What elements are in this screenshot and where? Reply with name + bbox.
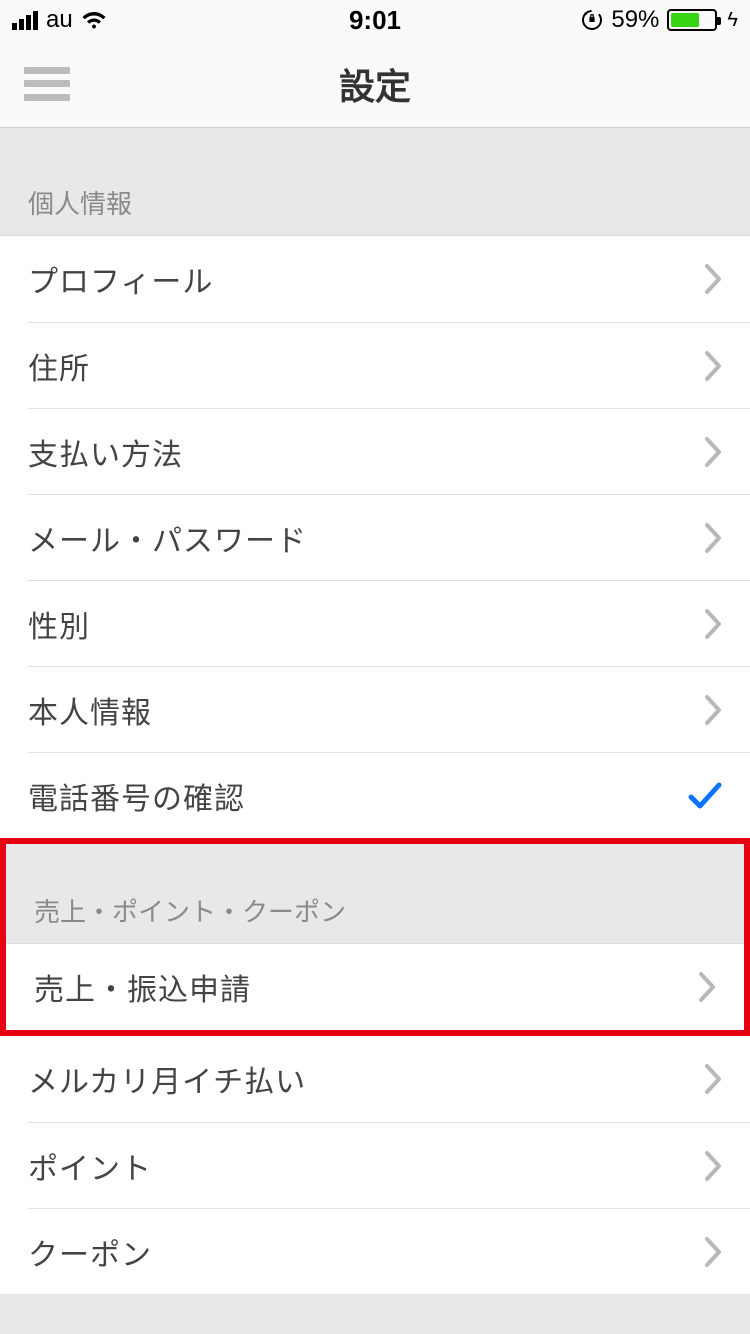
- chevron-right-icon: [704, 351, 722, 381]
- battery-pct-label: 59%: [611, 6, 659, 34]
- row-label: 住所: [28, 344, 90, 388]
- row-payment-method[interactable]: 支払い方法: [28, 408, 750, 494]
- chevron-right-icon: [704, 1151, 722, 1181]
- chevron-right-icon: [704, 437, 722, 467]
- row-sales-transfer[interactable]: 売上・振込申請: [34, 944, 744, 1030]
- row-label: 支払い方法: [28, 430, 183, 474]
- row-label: メルカリ月イチ払い: [28, 1057, 306, 1101]
- chevron-right-icon: [704, 523, 722, 553]
- row-points[interactable]: ポイント: [28, 1122, 750, 1208]
- status-right: 59% ϟ: [581, 6, 738, 34]
- section-header-personal: 個人情報: [0, 128, 750, 236]
- list-sales: 売上・振込申請: [6, 944, 744, 1030]
- menu-icon[interactable]: [24, 67, 70, 101]
- list-sales-cont: メルカリ月イチ払い ポイント クーポン: [0, 1036, 750, 1294]
- row-label: 売上・振込申請: [34, 965, 251, 1009]
- row-monthly-pay[interactable]: メルカリ月イチ払い: [28, 1036, 750, 1122]
- check-icon: [688, 782, 722, 810]
- status-left: au: [12, 6, 107, 34]
- carrier-label: au: [46, 6, 73, 34]
- row-label: プロフィール: [28, 257, 213, 301]
- chevron-right-icon: [704, 264, 722, 294]
- row-address[interactable]: 住所: [28, 322, 750, 408]
- wifi-icon: [81, 10, 107, 30]
- signal-icon: [12, 10, 38, 30]
- chevron-right-icon: [698, 972, 716, 1002]
- charging-icon: ϟ: [727, 9, 738, 32]
- rotation-lock-icon: [581, 9, 603, 31]
- page-title: 設定: [339, 58, 411, 110]
- row-phone-verify[interactable]: 電話番号の確認: [28, 752, 750, 838]
- row-coupon[interactable]: クーポン: [28, 1208, 750, 1294]
- status-bar: au 9:01 59% ϟ: [0, 0, 750, 40]
- row-label: メール・パスワード: [28, 516, 307, 560]
- row-email-password[interactable]: メール・パスワード: [28, 494, 750, 580]
- chevron-right-icon: [704, 609, 722, 639]
- battery-icon: [667, 9, 717, 31]
- row-profile[interactable]: プロフィール: [28, 236, 750, 322]
- list-personal: プロフィール 住所 支払い方法 メール・パスワード 性別 本人情報 電話番号の確…: [0, 236, 750, 838]
- chevron-right-icon: [704, 695, 722, 725]
- battery-fill: [671, 13, 698, 27]
- nav-bar: 設定: [0, 40, 750, 128]
- row-gender[interactable]: 性別: [28, 580, 750, 666]
- section-header-sales: 売上・ポイント・クーポン: [6, 844, 744, 944]
- row-label: ポイント: [28, 1144, 152, 1188]
- row-label: クーポン: [28, 1230, 152, 1274]
- row-label: 本人情報: [28, 688, 152, 732]
- row-identity-info[interactable]: 本人情報: [28, 666, 750, 752]
- chevron-right-icon: [704, 1237, 722, 1267]
- highlight-box: 売上・ポイント・クーポン 売上・振込申請: [0, 838, 750, 1036]
- row-label: 電話番号の確認: [28, 774, 245, 818]
- row-label: 性別: [28, 602, 90, 646]
- chevron-right-icon: [704, 1064, 722, 1094]
